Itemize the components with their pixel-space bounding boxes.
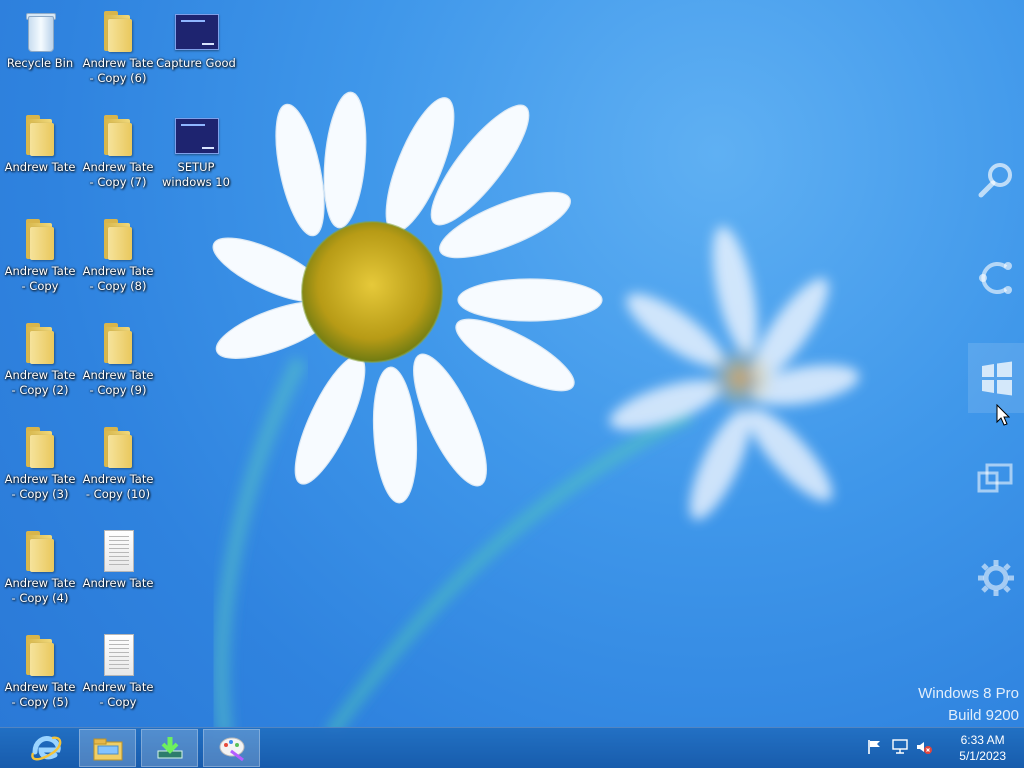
volume-muted-icon	[917, 742, 932, 754]
desktop-icon[interactable]: Andrew Tate	[0, 110, 80, 175]
folder-icon	[16, 528, 64, 576]
desktop-icon-label: Andrew Tate	[4, 160, 76, 174]
folder-icon	[93, 738, 122, 761]
share-icon	[979, 262, 1012, 294]
application-icon	[172, 8, 220, 56]
desktop-icon[interactable]: SETUP windows 10	[156, 110, 236, 190]
folder-icon	[16, 112, 64, 160]
desktop-icon[interactable]: Andrew Tate - Copy (6)	[78, 6, 158, 86]
taskbar-file-explorer-button[interactable]	[79, 729, 136, 767]
start-charm[interactable]	[968, 343, 1024, 413]
desktop-icon[interactable]: Andrew Tate - Copy (5)	[0, 630, 80, 710]
taskbar-internet-explorer-button[interactable]	[17, 729, 74, 767]
devices-charm[interactable]	[968, 443, 1024, 513]
mouse-pointer-icon	[996, 404, 1010, 426]
devices-icon	[977, 463, 1013, 493]
clock-time: 6:33 AM	[960, 733, 1005, 747]
desktop-icon-label: Andrew Tate - Copy (3)	[4, 472, 76, 501]
network-icon	[892, 739, 908, 754]
desktop-icon[interactable]: Andrew Tate - Copy (7)	[78, 110, 158, 190]
share-charm[interactable]	[968, 243, 1024, 313]
flag-icon	[868, 740, 880, 754]
desktop-icon[interactable]: Recycle Bin	[0, 6, 80, 71]
folder-icon	[94, 424, 142, 472]
taskbar-download-app-button[interactable]	[141, 729, 198, 767]
desktop-icon[interactable]: Andrew Tate - Copy (8)	[78, 214, 158, 294]
text-document-icon	[94, 528, 142, 576]
desktop-icon-label: Andrew Tate - Copy (8)	[82, 264, 154, 293]
folder-icon	[16, 320, 64, 368]
desktop-icon-label: Andrew Tate - Copy (7)	[82, 160, 154, 189]
folder-icon	[16, 216, 64, 264]
desktop-icon[interactable]: Andrew Tate - Copy (4)	[0, 526, 80, 606]
desktop-icon[interactable]: Andrew Tate - Copy (9)	[78, 318, 158, 398]
desktop-icon-label: Recycle Bin	[6, 56, 74, 70]
desktop-icon-label: SETUP windows 10	[162, 160, 230, 189]
taskbar: 6:33 AM 5/1/2023	[0, 727, 1024, 768]
folder-icon	[16, 424, 64, 472]
desktop-icon-label: Andrew Tate - Copy (4)	[4, 576, 76, 605]
download-icon	[157, 737, 182, 759]
desktop-icon-label: Andrew Tate - Copy (9)	[82, 368, 154, 397]
paint-icon	[219, 737, 244, 762]
ie-icon	[30, 736, 61, 761]
edition-label: Windows 8 Pro	[918, 685, 1019, 702]
desktop-icon[interactable]: Andrew Tate	[78, 526, 158, 591]
desktop-icon[interactable]: Andrew Tate - Copy (3)	[0, 422, 80, 502]
desktop-icon-label: Andrew Tate - Copy (5)	[4, 680, 76, 709]
taskbar-paint-app-button[interactable]	[203, 729, 260, 767]
folder-icon	[16, 632, 64, 680]
desktop-icon-label: Andrew Tate - Copy	[4, 264, 76, 293]
clock-date: 5/1/2023	[959, 749, 1006, 763]
application-icon	[172, 112, 220, 160]
desktop-icon-label: Andrew Tate	[82, 576, 154, 590]
gear-icon	[978, 560, 1014, 596]
tray-volume-muted-icon[interactable]	[915, 738, 933, 756]
desktop-icon[interactable]: Andrew Tate - Copy	[78, 630, 158, 710]
desktop-icon[interactable]: Andrew Tate - Copy	[0, 214, 80, 294]
desktop-icon-label: Andrew Tate - Copy (10)	[82, 472, 154, 501]
folder-icon	[94, 216, 142, 264]
search-icon	[978, 163, 1012, 198]
tray-network-icon[interactable]	[891, 738, 909, 756]
build-label: Build 9200	[948, 707, 1019, 724]
desktop-icon-label: Andrew Tate - Copy	[82, 680, 154, 709]
recycle-bin-icon	[16, 8, 64, 56]
folder-icon	[94, 320, 142, 368]
folder-icon	[94, 112, 142, 160]
windows-edition-watermark: Windows 8 Pro Build 9200	[918, 683, 1019, 727]
desktop-icon-label: Andrew Tate - Copy (2)	[4, 368, 76, 397]
tray-flag-icon[interactable]	[866, 738, 884, 756]
system-clock[interactable]: 6:33 AM 5/1/2023	[959, 732, 1006, 764]
settings-charm[interactable]	[968, 543, 1024, 613]
search-charm[interactable]	[968, 145, 1024, 215]
desktop-icon[interactable]: Andrew Tate - Copy (2)	[0, 318, 80, 398]
desktop-icon-label: Capture Good	[156, 56, 236, 70]
text-document-icon	[94, 632, 142, 680]
desktop-icon[interactable]: Andrew Tate - Copy (10)	[78, 422, 158, 502]
desktop-icon[interactable]: Capture Good	[156, 6, 236, 71]
windows-logo-icon	[982, 361, 1012, 396]
desktop-icon-label: Andrew Tate - Copy (6)	[82, 56, 154, 85]
folder-icon	[94, 8, 142, 56]
